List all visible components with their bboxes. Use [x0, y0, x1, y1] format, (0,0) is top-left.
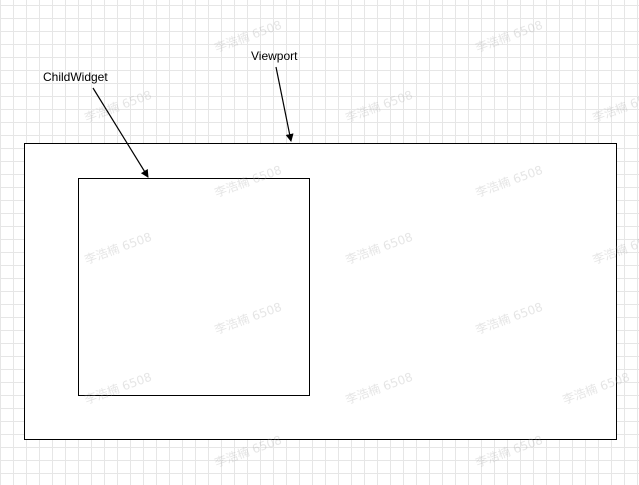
child-widget-label: ChildWidget [43, 70, 108, 84]
diagram-canvas: Viewport ChildWidget 李浩楠 6508 李浩楠 6508 李… [0, 0, 639, 485]
viewport-pointer-arrow [275, 66, 294, 142]
viewport-label: Viewport [251, 49, 298, 63]
child-widget-rectangle [78, 178, 310, 396]
watermark-text: 李浩楠 6508 [82, 87, 154, 126]
watermark-text: 李浩楠 6508 [473, 17, 545, 56]
watermark-text: 李浩楠 6508 [343, 87, 415, 126]
watermark-text: 李浩楠 6508 [590, 87, 639, 126]
